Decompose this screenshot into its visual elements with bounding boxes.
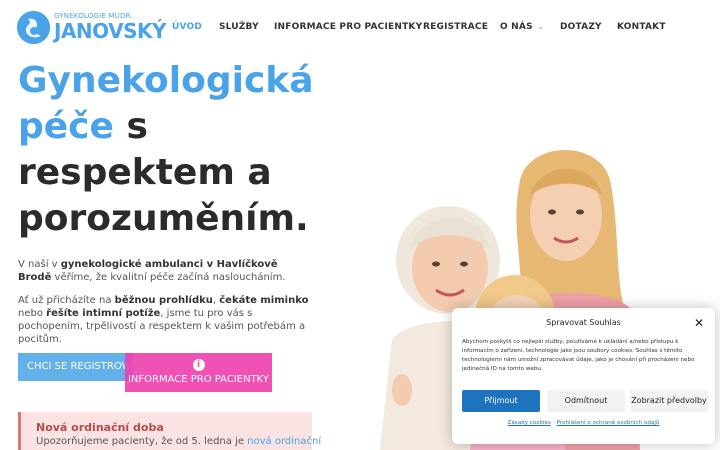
- text-span: Ať už přicházíte na: [18, 295, 115, 306]
- notice-text: Upozorňujeme pacienty, že od 5. ledna je…: [36, 436, 321, 447]
- nav-item-dotazy[interactable]: DOTAZY: [560, 22, 602, 36]
- view-preferences-button[interactable]: Zobrazit předvolby: [630, 390, 708, 412]
- text-span: Upozorňujeme pacienty, že od 5. ledna je: [36, 436, 248, 447]
- logo-name: JANOVSKÝ: [54, 19, 167, 43]
- text-bold: běžnou prohlídku: [114, 295, 213, 306]
- hero-title-part: s: [113, 106, 148, 147]
- cookie-links: Zásady cookies Prohlášení o ochraně osob…: [452, 420, 715, 426]
- text-bold: čekáte miminko: [219, 295, 309, 306]
- hero-title-part: péče: [18, 106, 114, 147]
- cookie-policy-link[interactable]: Zásady cookies: [508, 420, 551, 426]
- notice-title: Nová ordinační doba: [36, 421, 164, 434]
- text-span: nebo: [18, 308, 47, 319]
- nav-item-registrace[interactable]: REGISTRACE: [423, 22, 488, 36]
- nav-item-informace[interactable]: INFORMACE PRO PACIENTKY: [274, 22, 422, 36]
- cookie-dialog-title: Spravovat Souhlas: [546, 318, 621, 327]
- hero-title: Gynekologická péče s respektem a porozumění…: [18, 58, 338, 242]
- nav-item-sluzby[interactable]: SLUŽBY: [219, 22, 259, 36]
- nav-item-o-nas-label: O NÁS: [500, 22, 533, 32]
- cookie-dialog-text: Abychom poskytli co nejlepší služby, pou…: [462, 339, 695, 372]
- nav-item-o-nas[interactable]: O NÁS ⌄: [500, 22, 544, 36]
- nav-item-kontakt[interactable]: KONTAKT: [617, 22, 666, 36]
- deny-cookies-button[interactable]: Odmítnout: [547, 390, 625, 412]
- hero-title-part: porozuměním.: [18, 198, 309, 239]
- text-bold: řešíte intimní potíže: [46, 308, 161, 319]
- register-button[interactable]: CHCI SE REGISTROVAT: [18, 353, 133, 381]
- hero-intro-paragraph: V naší v gynekologické ambulanci v Havlí…: [18, 258, 308, 284]
- text-span: věříme, že kvalitní péče začíná naslouch…: [51, 272, 286, 283]
- site-logo[interactable]: GYNEKOLOGIE MUDR. JANOVSKÝ: [17, 9, 167, 45]
- text-span: V naší v: [18, 259, 61, 270]
- notice-box: Nová ordinační doba Upozorňujeme pacient…: [18, 412, 321, 450]
- site-header: GYNEKOLOGIE MUDR. JANOVSKÝ ÚVOD SLUŽBY I…: [0, 0, 720, 56]
- hero-title-part: respektem a: [18, 152, 272, 193]
- patient-info-button[interactable]: i INFORMACE PRO PACIENTKY: [125, 353, 272, 392]
- privacy-statement-link[interactable]: Prohlášení o ochraně osobních údajů: [557, 420, 660, 426]
- cookie-consent-dialog: Spravovat Souhlas ✕ Abychom poskytli co …: [452, 308, 715, 444]
- close-icon[interactable]: ✕: [694, 316, 704, 330]
- hero-title-part: Gynekologická: [18, 60, 314, 101]
- chevron-down-icon: ⌄: [537, 23, 544, 31]
- nav-item-uvod[interactable]: ÚVOD: [172, 22, 202, 36]
- hero-second-paragraph: Ať už přicházíte na běžnou prohlídku, če…: [18, 294, 318, 346]
- notice-link[interactable]: nová ordinační: [247, 436, 321, 447]
- info-icon: i: [192, 359, 205, 371]
- accept-cookies-button[interactable]: Přijmout: [462, 390, 540, 412]
- logo-icon: [17, 10, 50, 44]
- patient-info-button-label: INFORMACE PRO PACIENTKY: [127, 374, 269, 385]
